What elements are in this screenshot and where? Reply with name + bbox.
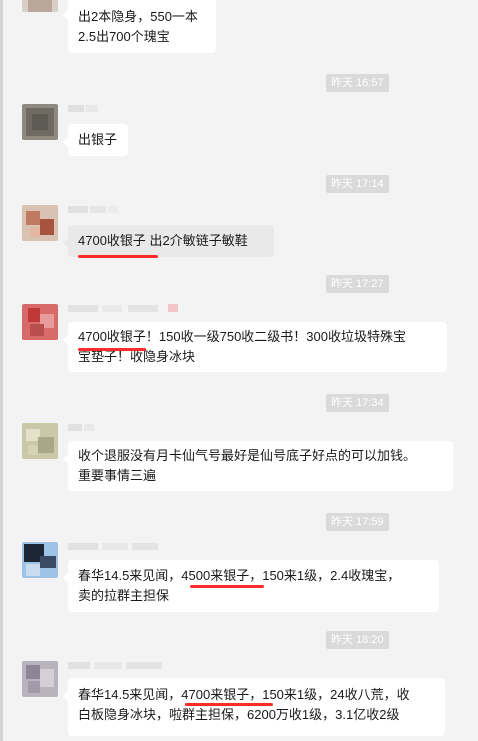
message-bubble[interactable]: 出银子 [63,124,128,156]
timestamp: 昨天 17:27 [326,275,389,293]
message-line: 卖的拉群主担保 [78,588,170,603]
message-line: 白板隐身冰块，啦群主担保，6200万收1级，3.1亿收2级 [78,707,400,722]
message-line: 春华14.5来见闻，4500来银子，150来1级，2.4收瑰宝， [78,568,401,583]
message-bubble[interactable]: 出2本隐身，550一本 2.5出700个瑰宝 [63,0,216,53]
avatar[interactable] [22,104,58,140]
message-bubble[interactable]: 收个退服没有月卡仙气号最好是仙号底子好点的可以加钱。 重要事情三遍 [63,441,453,491]
avatar[interactable] [22,542,58,578]
avatar[interactable] [22,0,58,12]
timestamp: 昨天 17:34 [326,394,389,412]
avatar[interactable] [22,661,58,697]
message-line: 重要事情三遍 [78,468,157,483]
message-line: 春华14.5来见闻，4700来银子，150来1级，24收八荒，收 [78,687,410,702]
timestamp: 昨天 18:20 [326,631,389,649]
sender-name [68,541,158,551]
message-line: 2.5出700个瑰宝 [78,29,170,44]
message-line: 4700收银子！150收一级750收二级书！300收垃圾特殊宝 [78,329,406,344]
annotation-underline [190,585,264,588]
annotation-underline [78,348,146,351]
sender-name [68,303,178,313]
sender-name [68,660,162,670]
avatar[interactable] [22,304,58,340]
sender-name [68,103,158,113]
message-bubble[interactable]: 4700收银子 出2介敏链子敏鞋 [63,225,274,257]
avatar[interactable] [22,205,58,241]
message-bubble[interactable]: 4700收银子！150收一级750收二级书！300收垃圾特殊宝 宝垫子！收隐身冰… [63,322,447,372]
timestamp: 昨天 17:14 [326,175,389,193]
message-line: 4700收银子 出2介敏链子敏鞋 [78,233,248,248]
message-line: 收个退服没有月卡仙气号最好是仙号底子好点的可以加钱。 [78,448,417,463]
timestamp: 昨天 16:57 [326,74,389,92]
message-line: 出银子 [78,132,118,147]
sender-name [68,422,158,432]
scrollbar-thumb[interactable] [0,0,3,741]
avatar[interactable] [22,423,58,459]
sender-name [68,204,158,214]
timestamp: 昨天 17:59 [326,513,389,531]
message-line: 出2本隐身，550一本 [78,9,198,24]
annotation-underline [78,255,158,258]
message-bubble[interactable]: 春华14.5来见闻，4700来银子，150来1级，24收八荒，收 白板隐身冰块，… [63,678,445,736]
annotation-underline [185,703,273,706]
